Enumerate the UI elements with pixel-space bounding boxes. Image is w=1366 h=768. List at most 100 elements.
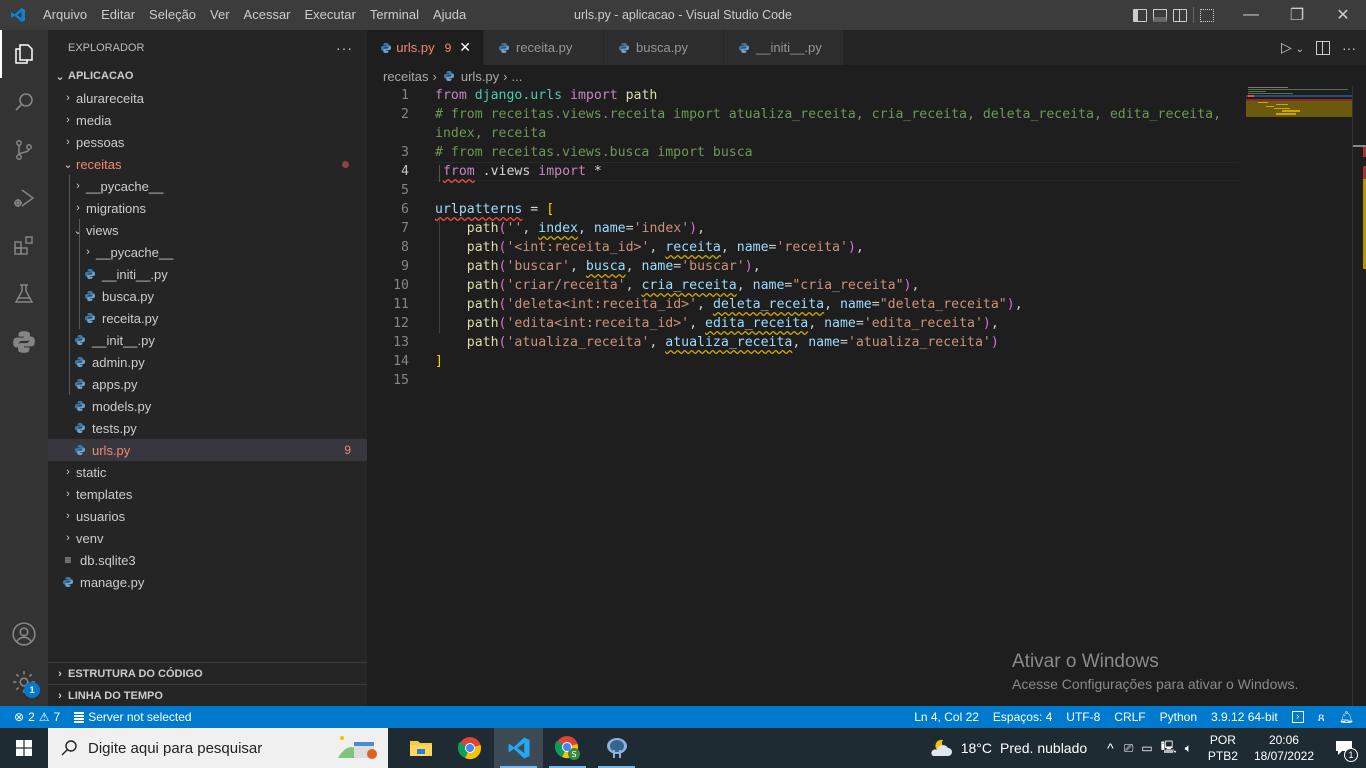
- file-item[interactable]: __init__.py: [48, 329, 367, 351]
- notifications-bell-icon[interactable]: 🔔︎: [1332, 710, 1366, 724]
- terminal-icon[interactable]: ›: [1285, 711, 1311, 723]
- problems-status[interactable]: ⊗ 2 ⚠ 7: [0, 710, 67, 724]
- language-mode[interactable]: Python: [1153, 710, 1204, 724]
- file-item[interactable]: receita.py: [48, 307, 367, 329]
- chrome-icon[interactable]: [445, 728, 494, 768]
- folder-item[interactable]: › static: [48, 461, 367, 483]
- file-item[interactable]: models.py: [48, 395, 367, 417]
- source-control-icon[interactable]: [0, 126, 48, 174]
- weather-widget[interactable]: 18°C Pred. nublado: [929, 738, 1087, 758]
- folder-item[interactable]: › alurareceita: [48, 87, 367, 109]
- manage-gear-icon[interactable]: 1: [0, 658, 48, 706]
- menu-arquivo[interactable]: Arquivo: [36, 0, 94, 30]
- code-line[interactable]: 5: [367, 181, 1247, 200]
- tab-initi-py[interactable]: __initi__.py: [724, 30, 844, 65]
- code-line[interactable]: index, receita: [367, 124, 1247, 143]
- file-item[interactable]: admin.py: [48, 351, 367, 373]
- folder-item[interactable]: ⌄ receitas: [48, 153, 367, 175]
- close-tab-icon[interactable]: ✕: [459, 39, 471, 56]
- file-item[interactable]: urls.py 9: [48, 439, 367, 461]
- code-editor[interactable]: 1 from django.urls import path 2 # from rec…: [367, 86, 1247, 706]
- folder-item[interactable]: › usuarios: [48, 505, 367, 527]
- outline-section[interactable]: › ESTRUTURA DO CÓDIGO: [48, 662, 367, 684]
- encoding[interactable]: UTF-8: [1059, 710, 1107, 724]
- minimize-button[interactable]: —: [1228, 0, 1274, 30]
- code-line[interactable]: 10 path('criar/receita', cria_receita, n…: [367, 276, 1247, 295]
- testing-icon[interactable]: [0, 270, 48, 318]
- cursor-position[interactable]: Ln 4, Col 22: [907, 710, 986, 724]
- folder-item[interactable]: › media: [48, 109, 367, 131]
- file-explorer-icon[interactable]: [396, 728, 445, 768]
- pgadmin-icon[interactable]: [592, 728, 641, 768]
- breadcrumb-folder[interactable]: receitas: [383, 69, 429, 84]
- explorer-icon[interactable]: [0, 30, 48, 78]
- customize-layout-icon[interactable]: [1200, 8, 1214, 22]
- tab-urls-py[interactable]: urls.py 9 ✕: [367, 30, 484, 65]
- split-editor-icon[interactable]: [1316, 40, 1330, 55]
- timeline-section[interactable]: › LINHA DO TEMPO: [48, 684, 367, 706]
- folder-item[interactable]: › venv: [48, 527, 367, 549]
- code-line[interactable]: 1 from django.urls import path: [367, 86, 1247, 105]
- menu-terminal[interactable]: Terminal: [363, 0, 426, 30]
- code-line[interactable]: 4 from .views import *: [367, 162, 1247, 181]
- network-icon[interactable]: 🖳︎: [1161, 738, 1177, 759]
- clock[interactable]: 20:06 18/07/2022: [1246, 732, 1322, 764]
- code-line[interactable]: 6 urlpatterns = [: [367, 200, 1247, 219]
- volume-icon[interactable]: 🔈︎: [1185, 741, 1192, 756]
- code-line[interactable]: 8 path('<int:receita_id>', receita, name…: [367, 238, 1247, 257]
- menu-seleção[interactable]: Seleção: [142, 0, 203, 30]
- breadcrumb-file[interactable]: urls.py: [461, 69, 499, 84]
- workspace-root[interactable]: ⌄ APLICACAO: [48, 65, 367, 87]
- code-line[interactable]: 7 path('', index, name='index'),: [367, 219, 1247, 238]
- file-item[interactable]: apps.py: [48, 373, 367, 395]
- folder-item[interactable]: › __pycache__: [48, 175, 367, 197]
- accounts-icon[interactable]: [0, 610, 48, 658]
- editor-scrollbar[interactable]: [1352, 86, 1366, 706]
- code-line[interactable]: 14]: [367, 352, 1247, 371]
- more-actions-icon[interactable]: ···: [1342, 40, 1356, 56]
- folder-item[interactable]: › pessoas: [48, 131, 367, 153]
- python-icon[interactable]: [0, 318, 48, 366]
- code-line[interactable]: 2 # from receitas.views.receita import at…: [367, 105, 1247, 124]
- input-language[interactable]: POR PTB2: [1200, 732, 1246, 764]
- folder-item[interactable]: › migrations: [48, 197, 367, 219]
- run-python-file-icon[interactable]: ▷ ⌄: [1281, 39, 1304, 56]
- indentation[interactable]: Espaços: 4: [986, 710, 1059, 724]
- end-of-line[interactable]: CRLF: [1107, 710, 1152, 724]
- restore-button[interactable]: ❐: [1274, 0, 1320, 30]
- vscode-icon[interactable]: [494, 728, 543, 768]
- menu-ver[interactable]: Ver: [203, 0, 237, 30]
- toggle-primary-sidebar-icon[interactable]: [1133, 8, 1147, 22]
- file-item[interactable]: busca.py: [48, 285, 367, 307]
- taskbar-search-input[interactable]: Digite aqui para pesquisar: [48, 728, 388, 768]
- tab-busca-py[interactable]: busca.py: [604, 30, 724, 65]
- windows-start-icon[interactable]: [0, 728, 48, 768]
- code-line[interactable]: 12 path('edita<int:receita_id>', edita_r…: [367, 314, 1247, 333]
- file-item[interactable]: tests.py: [48, 417, 367, 439]
- code-line[interactable]: 9 path('buscar', busca, name='buscar'),: [367, 257, 1247, 276]
- tab-receita-py[interactable]: receita.py: [484, 30, 604, 65]
- folder-item[interactable]: ⌄ views: [48, 219, 367, 241]
- menu-acessar[interactable]: Acessar: [237, 0, 298, 30]
- feedback-icon[interactable]: ጸ: [1311, 710, 1332, 725]
- menu-editar[interactable]: Editar: [94, 0, 142, 30]
- battery-icon[interactable]: ▭: [1141, 741, 1152, 755]
- file-item[interactable]: __initi__.py: [48, 263, 367, 285]
- action-center-icon[interactable]: 1: [1322, 728, 1366, 768]
- more-actions-icon[interactable]: ···: [336, 40, 353, 56]
- chrome-profile-icon[interactable]: S: [543, 728, 592, 768]
- extensions-icon[interactable]: [0, 222, 48, 270]
- close-window-button[interactable]: ✕: [1320, 0, 1366, 30]
- code-line[interactable]: 3 # from receitas.views.busca import busc…: [367, 143, 1247, 162]
- show-hidden-icons-icon[interactable]: ^: [1107, 740, 1114, 756]
- code-line[interactable]: 13 path('atualiza_receita', atualiza_rec…: [367, 333, 1247, 352]
- code-line[interactable]: 11 path('deleta<int:receita_id>', deleta…: [367, 295, 1247, 314]
- folder-item[interactable]: › __pycache__: [48, 241, 367, 263]
- breadcrumb-symbol[interactable]: ...: [512, 69, 523, 84]
- menu-executar[interactable]: Executar: [298, 0, 363, 30]
- run-debug-icon[interactable]: [0, 174, 48, 222]
- server-status[interactable]: Server not selected: [67, 710, 198, 724]
- toggle-secondary-sidebar-icon[interactable]: [1173, 8, 1187, 22]
- minimap[interactable]: [1246, 86, 1352, 706]
- python-interpreter[interactable]: 3.9.12 64-bit: [1204, 710, 1285, 724]
